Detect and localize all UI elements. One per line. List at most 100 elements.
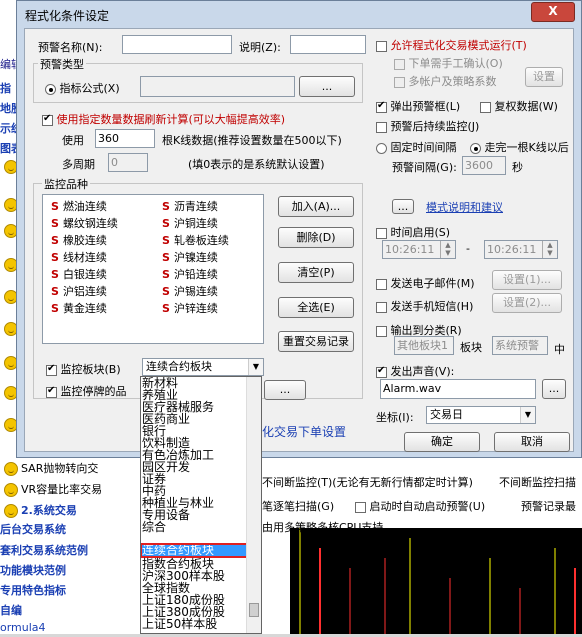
chevron-down-icon[interactable]: ▼ bbox=[248, 359, 263, 375]
multi-account-settings-button[interactable]: 设置 bbox=[525, 67, 563, 87]
monitor-board-option[interactable]: 监控板块(B) bbox=[46, 361, 121, 377]
tree-item[interactable]: 专用特色指标 bbox=[0, 582, 66, 598]
sound-file-input[interactable]: Alarm.wav bbox=[380, 379, 536, 399]
stock-item[interactable]: S 沥青连续 bbox=[162, 198, 218, 214]
chevron-down-icon[interactable]: ▼ bbox=[520, 407, 535, 423]
description-input[interactable] bbox=[290, 35, 366, 54]
delete-button[interactable]: 删除(D) bbox=[278, 227, 354, 248]
dropdown-item-selected[interactable]: 连续合约板块 bbox=[141, 543, 248, 558]
stock-item[interactable]: S 黄金连续 bbox=[51, 300, 107, 316]
time-enable-checkbox[interactable] bbox=[376, 227, 387, 239]
use-data-checkbox[interactable] bbox=[42, 113, 53, 126]
sound-checkbox[interactable] bbox=[376, 365, 387, 378]
dropdown-item[interactable]: 综合 bbox=[142, 521, 166, 533]
stock-item[interactable]: S 沪铝连续 bbox=[51, 283, 107, 299]
clear-button[interactable]: 清空(P) bbox=[278, 262, 354, 283]
mode-description-link[interactable]: 模式说明和建议 bbox=[426, 199, 503, 215]
indicator-formula-input[interactable] bbox=[140, 76, 295, 97]
stock-item[interactable]: S 沪铅连续 bbox=[162, 266, 218, 282]
time-end-spinner[interactable]: ▲ ▼ bbox=[542, 241, 557, 258]
dialog-titlebar[interactable]: 程式化条件设定 X bbox=[17, 1, 581, 27]
one-kline-radio[interactable] bbox=[470, 142, 481, 154]
popup-warning-checkbox[interactable] bbox=[376, 100, 387, 113]
sms-settings-button[interactable]: 设置(2)... bbox=[492, 293, 562, 313]
close-button[interactable]: X bbox=[531, 2, 575, 22]
time-start-spinner[interactable]: ▲ ▼ bbox=[440, 241, 455, 258]
rewarning-checkbox[interactable] bbox=[480, 101, 491, 113]
add-button[interactable]: 加入(A)... bbox=[278, 196, 354, 217]
time-start-input[interactable]: 10:26:11 ▲ ▼ bbox=[382, 240, 456, 259]
rewarning-option[interactable]: 复权数据(W) bbox=[480, 98, 558, 114]
multi-account-option[interactable]: 多帐户及策略系数 bbox=[394, 73, 497, 89]
multi-period-input[interactable]: 0 bbox=[108, 153, 148, 172]
continue-monitor-option[interactable]: 预警后持续监控(J) bbox=[376, 118, 479, 134]
output-category-checkbox[interactable] bbox=[376, 325, 387, 337]
stock-item[interactable]: S 沪锡连续 bbox=[162, 283, 218, 299]
tree-item[interactable]: 2.系统交易 bbox=[4, 502, 77, 518]
one-kline-option[interactable]: 走完一根K线以后 bbox=[470, 139, 569, 155]
manual-confirm-checkbox[interactable] bbox=[394, 58, 405, 70]
fixed-interval-radio[interactable] bbox=[376, 142, 387, 154]
monitor-suspended-checkbox[interactable] bbox=[46, 385, 57, 398]
tick-scan-option[interactable]: 笔逐笔扫描(G) bbox=[262, 498, 334, 514]
monitor-board-select[interactable]: 连续合约板块 ▼ bbox=[142, 358, 264, 376]
other-board-select[interactable]: 其他板块1 bbox=[394, 336, 454, 355]
dropdown-scrollbar[interactable] bbox=[246, 377, 261, 633]
allow-program-trade-option[interactable]: 允许程式化交易模式运行(T) bbox=[376, 37, 527, 53]
manual-confirm-option[interactable]: 下单需手工确认(O) bbox=[394, 55, 503, 71]
mode-more-button[interactable]: ... bbox=[392, 199, 414, 214]
send-email-checkbox[interactable] bbox=[376, 278, 387, 290]
indicator-browse-button[interactable]: ... bbox=[299, 76, 355, 97]
stock-listbox[interactable]: S 燃油连续 S 沥青连续 S 螺纹钢连续 S 沪铜连续 S 橡胶连续 S 轧卷板连续 S线… bbox=[42, 194, 264, 344]
time-end-input[interactable]: 10:26:11 ▲ ▼ bbox=[484, 240, 558, 259]
coord-select[interactable]: 交易日 ▼ bbox=[426, 406, 536, 424]
dropdown-item[interactable]: 上证50样本股 bbox=[142, 618, 217, 630]
ok-button[interactable]: 确定 bbox=[404, 432, 480, 452]
auto-start-option[interactable]: 启动时自动启动预警(U) bbox=[355, 498, 485, 514]
use-count-input[interactable]: 360 bbox=[95, 129, 155, 148]
cancel-button[interactable]: 取消 bbox=[494, 432, 570, 452]
stock-item[interactable]: S 沪镍连续 bbox=[162, 249, 218, 265]
select-all-button[interactable]: 全选(E) bbox=[278, 297, 354, 318]
stock-item[interactable]: S 线材连续 bbox=[51, 249, 107, 265]
indicator-formula-option[interactable]: 指标公式(X) bbox=[45, 80, 120, 96]
stock-item[interactable]: S 白银连续 bbox=[51, 266, 107, 282]
sound-option[interactable]: 发出声音(V): bbox=[376, 363, 454, 379]
monitor-board-checkbox[interactable] bbox=[46, 363, 57, 376]
reset-trade-record-button[interactable]: 重置交易记录 bbox=[278, 331, 354, 352]
send-email-option[interactable]: 发送电子邮件(M) bbox=[376, 275, 475, 291]
dropdown-scroll-thumb[interactable] bbox=[249, 603, 259, 617]
stock-item[interactable]: S 轧卷板连续 bbox=[162, 232, 229, 248]
tree-item[interactable]: 后台交易系统 bbox=[0, 521, 66, 537]
stock-item[interactable]: S 燃油连续 bbox=[51, 198, 107, 214]
tree-item[interactable]: 功能模块范例 bbox=[0, 562, 66, 578]
fixed-interval-option[interactable]: 固定时间间隔 bbox=[376, 139, 457, 155]
stock-item[interactable]: S 螺纹钢连续 bbox=[51, 215, 118, 231]
stock-item[interactable]: S 沪锌连续 bbox=[162, 300, 218, 316]
suspended-browse-button[interactable]: ... bbox=[264, 380, 306, 400]
send-sms-option[interactable]: 发送手机短信(H) bbox=[376, 298, 473, 314]
monitor-suspended-option[interactable]: 监控停牌的品 bbox=[46, 383, 127, 399]
allow-program-trade-checkbox[interactable] bbox=[376, 40, 387, 52]
send-sms-checkbox[interactable] bbox=[376, 301, 387, 313]
tree-item[interactable]: VR容量比率交易 bbox=[4, 481, 102, 497]
multi-account-checkbox[interactable] bbox=[394, 76, 405, 88]
tree-item[interactable]: 自编 bbox=[0, 602, 22, 618]
warning-name-input[interactable] bbox=[122, 35, 232, 54]
time-enable-option[interactable]: 时间启用(S) bbox=[376, 224, 450, 240]
tree-item[interactable]: SAR抛物转向交 bbox=[4, 460, 98, 476]
board-dropdown-list[interactable]: 新材料 养殖业 医疗器械服务 医药商业 银行 饮料制造 有色冶炼加工 园区开发 … bbox=[140, 376, 262, 634]
system-warning-select[interactable]: 系统预警 bbox=[492, 336, 548, 355]
tree-item[interactable]: 套利交易系统范例 bbox=[0, 542, 88, 558]
email-settings-button[interactable]: 设置(1)... bbox=[492, 270, 562, 290]
sound-browse-button[interactable]: ... bbox=[542, 379, 566, 399]
tree-item[interactable]: ormula4 bbox=[0, 621, 46, 634]
auto-start-checkbox[interactable] bbox=[355, 501, 366, 513]
continue-monitor-checkbox[interactable] bbox=[376, 121, 387, 133]
stock-item[interactable]: S 橡胶连续 bbox=[51, 232, 107, 248]
nonstop-monitor-option[interactable]: 不间断监控(T)(无论有无新行情都定时计算) bbox=[262, 474, 473, 490]
popup-warning-option[interactable]: 弹出预警框(L) bbox=[376, 98, 460, 114]
use-data-option[interactable]: 使用指定数量数据刷新计算(可以大幅提高效率) bbox=[42, 111, 285, 127]
trade-settings-link[interactable]: 化交易下单设置 bbox=[262, 423, 346, 440]
warning-interval-input[interactable]: 3600 bbox=[462, 156, 506, 175]
